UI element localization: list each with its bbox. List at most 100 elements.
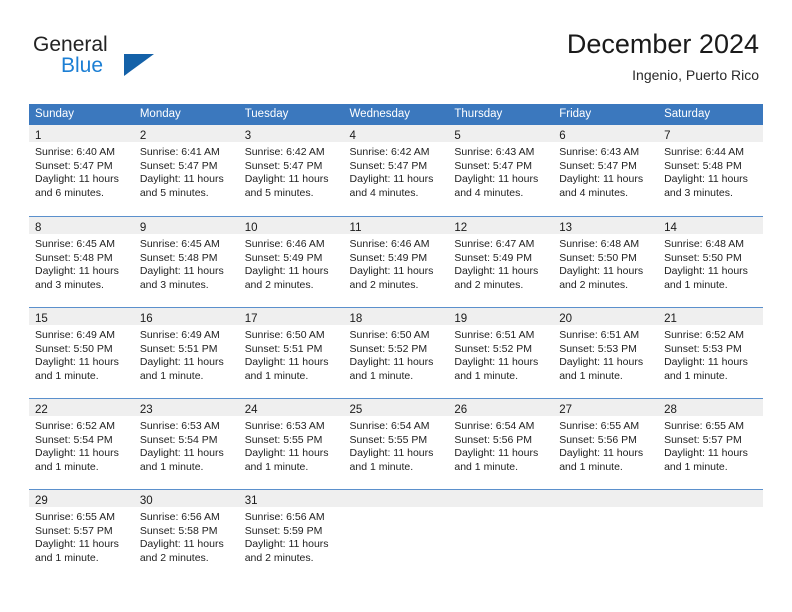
daylight-text-line2: and 2 minutes.	[139, 551, 209, 564]
day-cell[interactable]: 14 Sunrise: 6:48 AM Sunset: 5:50 PM Dayl…	[658, 216, 763, 307]
day-cell[interactable]: 31 Sunrise: 6:56 AM Sunset: 5:59 PM Dayl…	[238, 489, 344, 580]
day-cell[interactable]: 19 Sunrise: 6:51 AM Sunset: 5:52 PM Dayl…	[448, 307, 554, 398]
day-cell[interactable]: 22 Sunrise: 6:52 AM Sunset: 5:54 PM Dayl…	[29, 398, 134, 489]
sunset-text: Sunset: 5:52 PM	[454, 342, 533, 355]
day-number-band: 30	[133, 490, 239, 507]
day-details: Sunrise: 6:54 AM Sunset: 5:55 PM Dayligh…	[344, 416, 449, 474]
day-number-band: 1	[29, 125, 134, 142]
sunrise-text: Sunrise: 6:56 AM	[139, 511, 220, 523]
day-number: 23	[139, 404, 153, 416]
day-number: 1	[35, 130, 42, 142]
day-details: Sunrise: 6:47 AM Sunset: 5:49 PM Dayligh…	[448, 234, 553, 292]
day-cell[interactable]: 12 Sunrise: 6:47 AM Sunset: 5:49 PM Dayl…	[448, 216, 554, 307]
day-details: Sunrise: 6:52 AM Sunset: 5:54 PM Dayligh…	[29, 416, 134, 474]
sunset-text: Sunset: 5:47 PM	[454, 159, 533, 172]
day-details	[658, 507, 763, 511]
generalblue-logo[interactable]: General Blue	[33, 33, 173, 83]
day-number-band: 2	[133, 125, 239, 142]
day-cell[interactable]: 23 Sunrise: 6:53 AM Sunset: 5:54 PM Dayl…	[133, 398, 239, 489]
day-number: 8	[35, 222, 42, 234]
day-cell[interactable]: 30 Sunrise: 6:56 AM Sunset: 5:58 PM Dayl…	[133, 489, 239, 580]
weekday-header-monday: Monday	[133, 104, 239, 125]
sunset-text: Sunset: 5:53 PM	[664, 342, 742, 355]
sunset-text: Sunset: 5:48 PM	[139, 251, 218, 264]
day-details	[553, 507, 658, 511]
day-cell[interactable]: 5 Sunrise: 6:43 AM Sunset: 5:47 PM Dayli…	[448, 125, 554, 216]
daylight-text-line2: and 1 minute.	[35, 369, 99, 382]
sunset-text: Sunset: 5:50 PM	[559, 251, 637, 264]
weekday-header-saturday: Saturday	[658, 104, 763, 125]
day-cell[interactable]: 21 Sunrise: 6:52 AM Sunset: 5:53 PM Dayl…	[658, 307, 763, 398]
day-cell[interactable]: 15 Sunrise: 6:49 AM Sunset: 5:50 PM Dayl…	[29, 307, 134, 398]
day-cell[interactable]: 7 Sunrise: 6:44 AM Sunset: 5:48 PM Dayli…	[658, 125, 763, 216]
weekday-header-row: Sunday Monday Tuesday Wednesday Thursday…	[29, 104, 763, 125]
day-cell[interactable]: 13 Sunrise: 6:48 AM Sunset: 5:50 PM Dayl…	[553, 216, 659, 307]
day-cell[interactable]: 11 Sunrise: 6:46 AM Sunset: 5:49 PM Dayl…	[343, 216, 449, 307]
day-details: Sunrise: 6:55 AM Sunset: 5:57 PM Dayligh…	[658, 416, 763, 474]
calendar-grid: Sunday Monday Tuesday Wednesday Thursday…	[29, 104, 763, 580]
day-details: Sunrise: 6:56 AM Sunset: 5:58 PM Dayligh…	[134, 507, 239, 565]
day-cell[interactable]: 6 Sunrise: 6:43 AM Sunset: 5:47 PM Dayli…	[553, 125, 659, 216]
day-details: Sunrise: 6:50 AM Sunset: 5:52 PM Dayligh…	[344, 325, 449, 383]
sunset-text: Sunset: 5:55 PM	[349, 433, 428, 446]
daylight-text-line1: Daylight: 11 hours	[139, 447, 224, 460]
day-cell[interactable]: 4 Sunrise: 6:42 AM Sunset: 5:47 PM Dayli…	[343, 125, 449, 216]
day-number-band	[448, 490, 554, 507]
day-number-band: 4	[343, 125, 449, 142]
daylight-text-line2: and 3 minutes.	[664, 186, 733, 199]
daylight-text-line1: Daylight: 11 hours	[244, 173, 329, 186]
daylight-text-line2: and 3 minutes.	[35, 278, 104, 291]
day-cell[interactable]: 9 Sunrise: 6:45 AM Sunset: 5:48 PM Dayli…	[133, 216, 239, 307]
day-cell[interactable]: 1 Sunrise: 6:40 AM Sunset: 5:47 PM Dayli…	[29, 125, 134, 216]
day-details: Sunrise: 6:53 AM Sunset: 5:55 PM Dayligh…	[239, 416, 344, 474]
sunset-text: Sunset: 5:57 PM	[664, 433, 742, 446]
day-cell[interactable]: 3 Sunrise: 6:42 AM Sunset: 5:47 PM Dayli…	[238, 125, 344, 216]
sunset-text: Sunset: 5:59 PM	[244, 524, 323, 537]
day-cell[interactable]: 16 Sunrise: 6:49 AM Sunset: 5:51 PM Dayl…	[133, 307, 239, 398]
day-cell[interactable]: 28 Sunrise: 6:55 AM Sunset: 5:57 PM Dayl…	[658, 398, 763, 489]
day-cell[interactable]: 25 Sunrise: 6:54 AM Sunset: 5:55 PM Dayl…	[343, 398, 449, 489]
day-number: 19	[454, 313, 468, 325]
daylight-text-line1: Daylight: 11 hours	[139, 265, 224, 278]
day-number: 2	[139, 130, 147, 142]
day-number-band: 17	[238, 308, 344, 325]
day-details: Sunrise: 6:53 AM Sunset: 5:54 PM Dayligh…	[134, 416, 239, 474]
day-number: 5	[454, 130, 461, 142]
sunrise-text: Sunrise: 6:46 AM	[244, 238, 325, 250]
day-details: Sunrise: 6:45 AM Sunset: 5:48 PM Dayligh…	[134, 234, 239, 292]
sunset-text: Sunset: 5:47 PM	[35, 159, 113, 172]
day-cell[interactable]: 29 Sunrise: 6:55 AM Sunset: 5:57 PM Dayl…	[29, 489, 134, 580]
day-cell[interactable]: 26 Sunrise: 6:54 AM Sunset: 5:56 PM Dayl…	[448, 398, 554, 489]
day-cell[interactable]: 2 Sunrise: 6:41 AM Sunset: 5:47 PM Dayli…	[133, 125, 239, 216]
sunrise-text: Sunrise: 6:50 AM	[244, 329, 325, 341]
daylight-text-line1: Daylight: 11 hours	[664, 356, 748, 369]
day-details: Sunrise: 6:41 AM Sunset: 5:47 PM Dayligh…	[134, 142, 239, 200]
day-cell[interactable]: 24 Sunrise: 6:53 AM Sunset: 5:55 PM Dayl…	[238, 398, 344, 489]
daylight-text-line2: and 1 minute.	[35, 460, 99, 473]
daylight-text-line1: Daylight: 11 hours	[454, 173, 539, 186]
day-cell[interactable]: 8 Sunrise: 6:45 AM Sunset: 5:48 PM Dayli…	[29, 216, 134, 307]
day-cell[interactable]: 20 Sunrise: 6:51 AM Sunset: 5:53 PM Dayl…	[553, 307, 659, 398]
day-details: Sunrise: 6:42 AM Sunset: 5:47 PM Dayligh…	[239, 142, 344, 200]
daylight-text-line2: and 2 minutes.	[244, 278, 314, 291]
day-details: Sunrise: 6:40 AM Sunset: 5:47 PM Dayligh…	[29, 142, 134, 200]
calendar-page: General Blue December 2024 Ingenio, Puer…	[0, 0, 792, 612]
day-number-band: 20	[553, 308, 659, 325]
sunset-text: Sunset: 5:47 PM	[559, 159, 637, 172]
day-cell[interactable]: 10 Sunrise: 6:46 AM Sunset: 5:49 PM Dayl…	[238, 216, 344, 307]
day-details: Sunrise: 6:51 AM Sunset: 5:52 PM Dayligh…	[448, 325, 553, 383]
day-cell[interactable]: 27 Sunrise: 6:55 AM Sunset: 5:56 PM Dayl…	[553, 398, 659, 489]
sunrise-text: Sunrise: 6:54 AM	[454, 420, 535, 432]
sunset-text: Sunset: 5:50 PM	[35, 342, 113, 355]
day-details: Sunrise: 6:51 AM Sunset: 5:53 PM Dayligh…	[553, 325, 658, 383]
day-cell[interactable]: 18 Sunrise: 6:50 AM Sunset: 5:52 PM Dayl…	[343, 307, 449, 398]
daylight-text-line2: and 1 minute.	[244, 460, 309, 473]
daylight-text-line1: Daylight: 11 hours	[559, 265, 644, 278]
sunrise-text: Sunrise: 6:47 AM	[454, 238, 535, 250]
day-details: Sunrise: 6:43 AM Sunset: 5:47 PM Dayligh…	[448, 142, 553, 200]
day-cell[interactable]: 17 Sunrise: 6:50 AM Sunset: 5:51 PM Dayl…	[238, 307, 344, 398]
day-number-band: 5	[448, 125, 554, 142]
day-number: 13	[559, 222, 573, 234]
sunrise-text: Sunrise: 6:50 AM	[349, 329, 430, 341]
daylight-text-line1: Daylight: 11 hours	[454, 447, 539, 460]
